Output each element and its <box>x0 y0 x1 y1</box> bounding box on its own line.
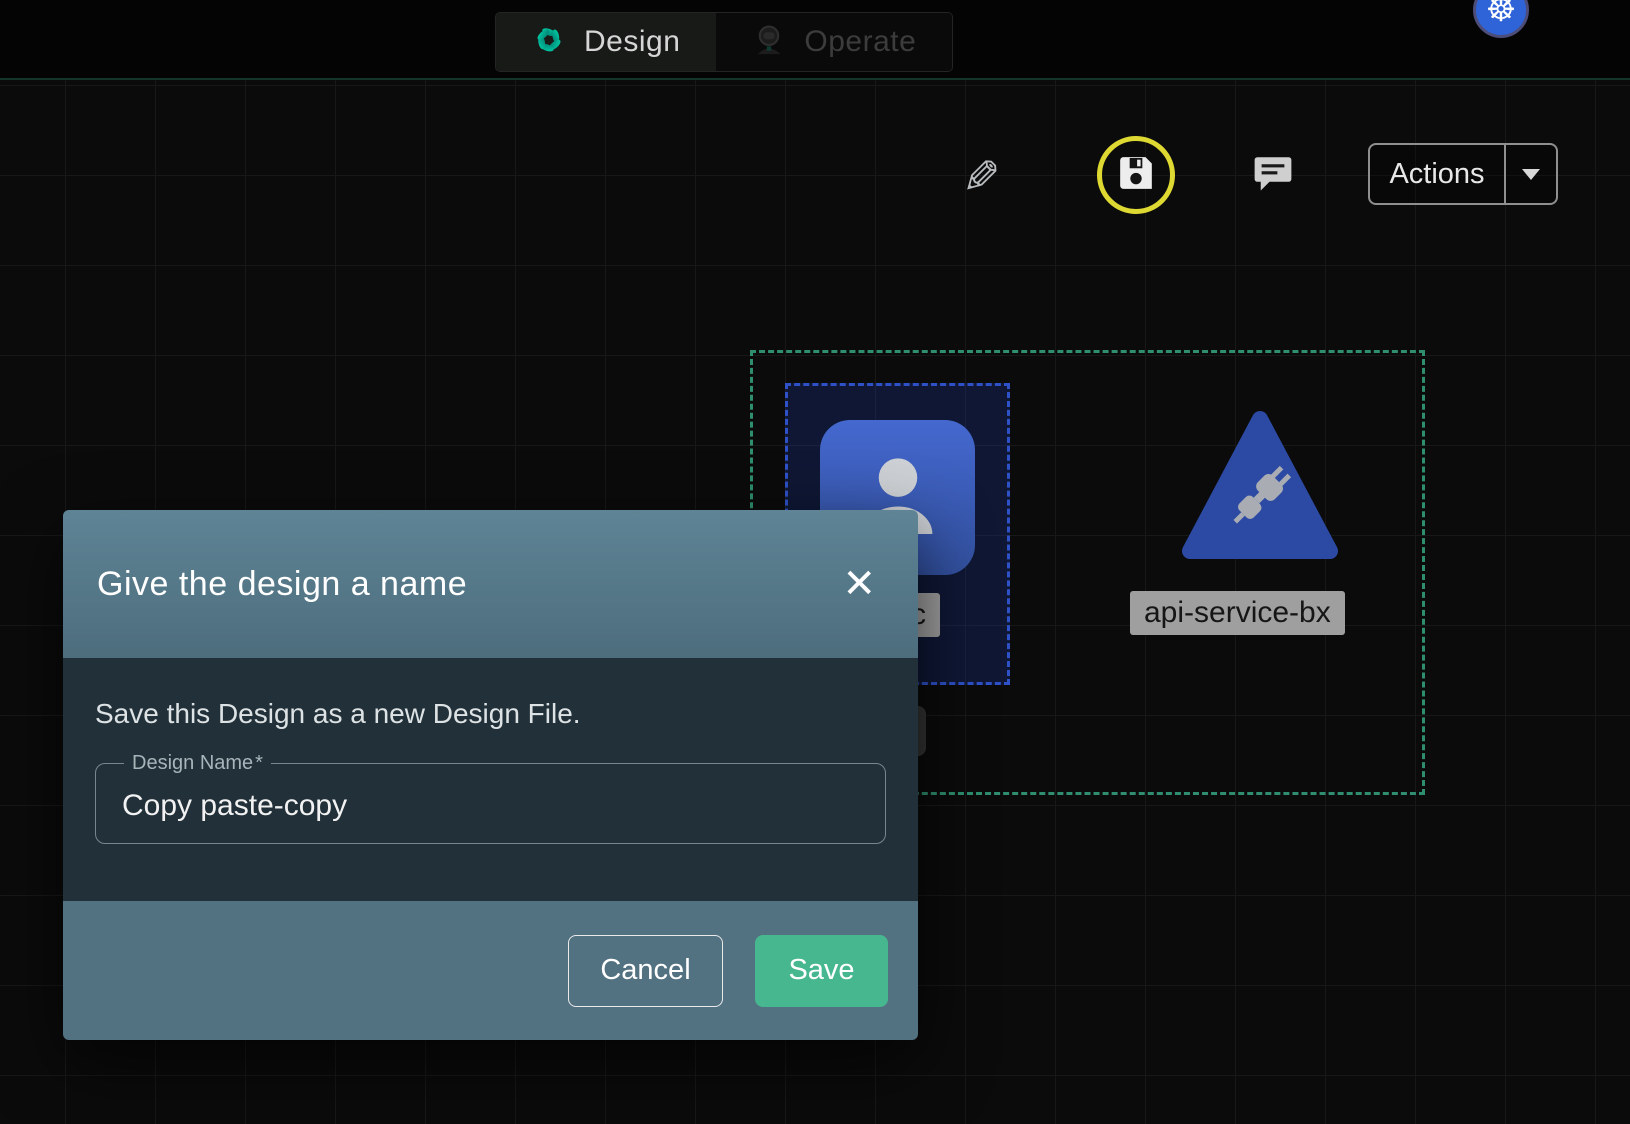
modal-footer: Cancel Save <box>63 901 918 1040</box>
comment-icon[interactable] <box>1252 152 1294 199</box>
modal-title: Give the design a name <box>97 565 467 604</box>
save-design-button[interactable] <box>1097 136 1175 214</box>
api-service-node[interactable] <box>1180 405 1340 570</box>
save-design-modal: Give the design a name ✕ Save this Desig… <box>63 510 918 1040</box>
actions-button[interactable]: Actions <box>1368 143 1558 205</box>
operate-astronaut-icon <box>752 23 786 62</box>
required-marker: * <box>255 752 263 774</box>
tab-operate-label: Operate <box>804 25 916 59</box>
design-name-field: Design Name* <box>95 752 886 844</box>
top-navigation-bar: Design Operate ☸ <box>0 0 1630 80</box>
modal-body: Save this Design as a new Design File. D… <box>63 658 918 901</box>
modal-save-button[interactable]: Save <box>755 935 888 1007</box>
design-name-field-label: Design Name* <box>124 752 271 775</box>
meshery-logo-icon <box>532 23 566 62</box>
mode-tabs: Design Operate <box>495 12 953 72</box>
chevron-down-icon <box>1522 169 1540 180</box>
tab-design-label: Design <box>584 25 680 59</box>
kubernetes-avatar[interactable]: ☸ <box>1473 0 1529 38</box>
edit-pencil-icon[interactable]: ✎ <box>962 150 1001 204</box>
modal-description: Save this Design as a new Design File. <box>95 698 886 730</box>
design-name-input[interactable] <box>112 777 869 829</box>
api-service-node-label[interactable]: api-service-bx <box>1130 591 1345 635</box>
actions-button-label: Actions <box>1370 145 1504 203</box>
actions-dropdown-toggle[interactable] <box>1504 145 1556 203</box>
cancel-button[interactable]: Cancel <box>568 935 723 1007</box>
tab-design[interactable]: Design <box>496 13 716 71</box>
app-window: Design Operate ☸ ✎ <box>0 0 1630 1124</box>
save-floppy-icon <box>1117 154 1155 197</box>
close-icon[interactable]: ✕ <box>834 560 884 608</box>
modal-header: Give the design a name ✕ <box>63 510 918 658</box>
tab-operate[interactable]: Operate <box>716 13 952 71</box>
